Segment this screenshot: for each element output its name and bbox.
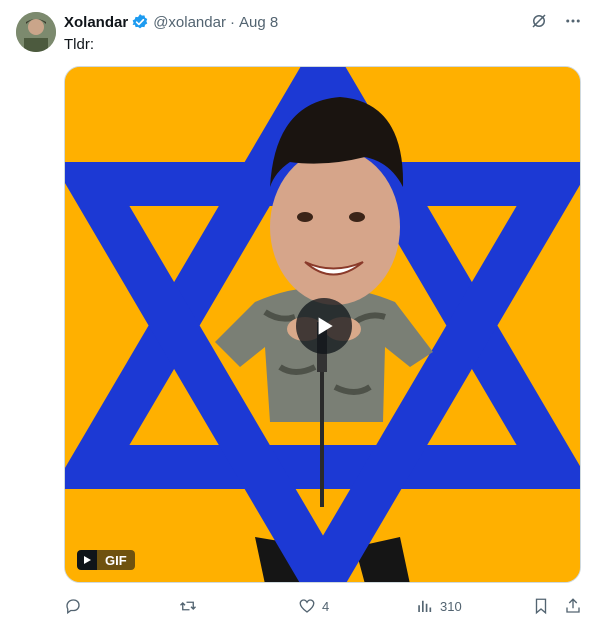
views-button[interactable]: 310 (416, 596, 462, 616)
author-name[interactable]: Xolandar (64, 14, 128, 31)
avatar[interactable] (16, 12, 56, 52)
tweet-text: Tldr: (64, 36, 94, 53)
header-actions (528, 10, 584, 32)
like-count: 4 (322, 598, 330, 614)
retweet-icon (180, 601, 196, 611)
gif-label: GIF (97, 550, 135, 570)
like-button[interactable]: 4 (298, 596, 329, 616)
tweet: Xolandar @xolandar · Aug 8 Tldr: GIF 4 3… (0, 0, 598, 628)
tweet-date[interactable]: Aug 8 (239, 14, 278, 31)
play-button[interactable] (296, 298, 352, 354)
verified-badge-icon (131, 13, 149, 31)
bookmark-button[interactable] (532, 596, 550, 616)
views-icon (418, 600, 432, 612)
author-handle[interactable]: @xolandar (153, 14, 226, 31)
reply-button[interactable] (64, 596, 88, 616)
more-icon[interactable] (562, 10, 584, 32)
tweet-media-gif[interactable]: GIF (64, 66, 581, 583)
share-icon (566, 598, 580, 613)
reply-icon (66, 599, 80, 615)
tweet-actions: 4 310 (64, 596, 586, 616)
separator: · (229, 13, 235, 31)
views-count: 310 (440, 598, 462, 614)
gif-play-icon (77, 550, 97, 570)
heart-icon (299, 599, 315, 613)
play-icon (318, 317, 333, 335)
share-button[interactable] (564, 596, 582, 616)
grok-icon[interactable] (528, 10, 550, 32)
tweet-header: Xolandar @xolandar · Aug 8 (64, 12, 278, 32)
gif-badge[interactable]: GIF (77, 550, 135, 570)
bookmark-icon (535, 598, 547, 615)
retweet-button[interactable] (179, 596, 203, 616)
